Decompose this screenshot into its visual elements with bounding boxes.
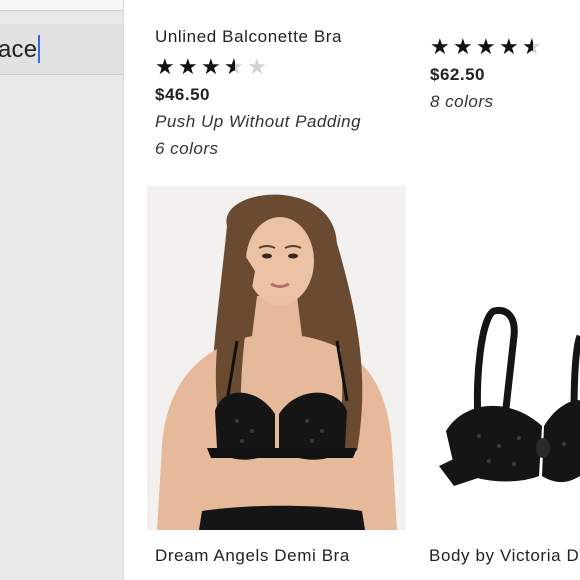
product-card-second[interactable]: ★ ★ ★ ★ ★ $62.50 8 colors [430,27,544,112]
search-query-text[interactable]: ace [0,35,41,64]
product-image-model[interactable] [147,186,406,530]
rating-stars: ★ ★ ★ ★ ★ [430,34,544,59]
product-card-body-by-victoria[interactable]: Body by Victoria D [429,546,579,566]
star-filled-icon: ★ [201,54,221,79]
search-query-value: ace [0,36,38,63]
bra-product-graphic [424,186,580,530]
star-half-icon: ★ [224,56,246,79]
product-title[interactable]: Unlined Balconette Bra [155,27,361,47]
rating-stars: ★ ★ ★ ★ ★ [155,54,361,79]
model-photo-graphic [147,186,406,530]
product-price: $46.50 [155,85,210,104]
star-empty-icon: ★ [247,54,267,79]
product-color-count: 6 colors [155,139,219,158]
star-filled-icon: ★ [453,34,473,59]
product-title[interactable]: Body by Victoria D [429,546,579,566]
product-price: $62.50 [430,65,485,84]
star-filled-icon: ★ [155,54,175,79]
product-color-count: 8 colors [430,92,494,111]
product-card-dream-angels[interactable]: Dream Angels Demi Bra [155,546,350,566]
product-grid: Unlined Balconette Bra ★ ★ ★ ★ ★ $46.50 … [124,0,580,580]
star-filled-icon: ★ [499,34,519,59]
star-filled-icon: ★ [178,54,198,79]
star-filled-icon: ★ [430,34,450,59]
panel-top-strip [0,0,123,11]
product-card-unlined-balconette[interactable]: Unlined Balconette Bra ★ ★ ★ ★ ★ $46.50 … [155,27,361,159]
star-filled-icon: ★ [476,34,496,59]
product-image-bra[interactable] [424,186,580,530]
app-viewport: ace Unlined Balconette Bra ★ ★ ★ ★ ★ $46… [0,0,580,580]
search-panel: ace [0,0,124,580]
star-half-icon: ★ [522,36,544,59]
product-description: Push Up Without Padding [155,112,362,131]
text-caret [38,35,41,63]
product-title[interactable]: Dream Angels Demi Bra [155,546,350,566]
